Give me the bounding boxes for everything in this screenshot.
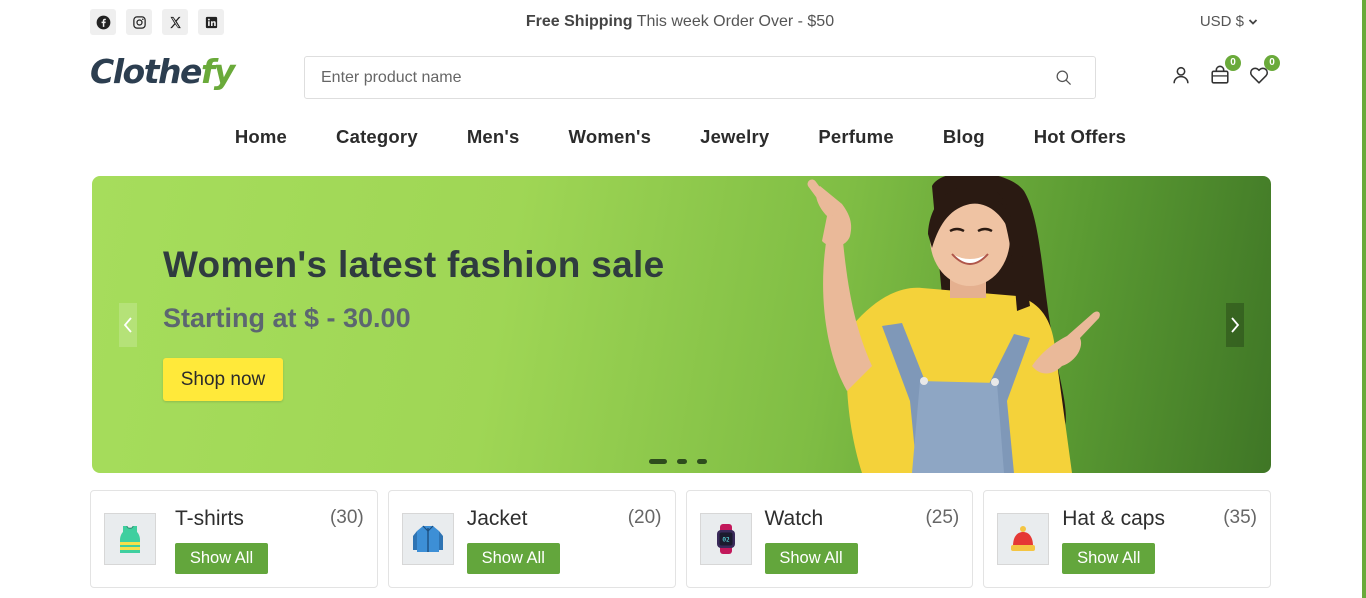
svg-text:02: 02 [722, 537, 730, 544]
wishlist-count-badge: 0 [1264, 55, 1280, 71]
shop-now-button[interactable]: Shop now [163, 358, 283, 401]
hat-icon [1011, 526, 1036, 551]
cart-count-badge: 0 [1225, 55, 1241, 71]
currency-selector[interactable]: USD $ [1200, 13, 1258, 30]
promo-text: This week Order Over - $50 [632, 13, 835, 30]
show-all-button[interactable]: Show All [466, 543, 560, 574]
search-icon[interactable] [1054, 68, 1073, 87]
top-bar: Free Shipping This week Order Over - $50… [90, 9, 1270, 37]
category-name: Hat & caps [1062, 507, 1165, 530]
slider-dot[interactable] [697, 459, 707, 464]
page-scrollbar[interactable] [1362, 0, 1366, 598]
category-card: T-shirts (30) Show All [90, 490, 378, 588]
nav-item-category[interactable]: Category [336, 126, 418, 148]
category-name: Jacket [466, 507, 528, 530]
header-actions: 0 0 [1170, 55, 1280, 86]
show-all-button[interactable]: Show All [764, 543, 858, 574]
hero-title: Women's latest fashion sale [163, 244, 665, 285]
category-card: Hat & caps (35) Show All [983, 490, 1271, 588]
watch-icon: 02 [716, 524, 735, 554]
category-card: 02 Watch (25) Show All [685, 490, 974, 588]
category-list: T-shirts (30) Show All Jacket (20) Show … [90, 490, 1271, 588]
category-thumbnail [997, 513, 1050, 565]
site-logo[interactable]: Clothefy [90, 52, 235, 91]
slider-prev-button[interactable] [119, 303, 137, 347]
category-card: Jacket (20) Show All [387, 490, 676, 588]
hero-subtitle: Starting at $ - 30.00 [163, 303, 411, 333]
nav-item-home[interactable]: Home [235, 126, 287, 148]
shipping-promo: Free Shipping This week Order Over - $50 [90, 13, 1270, 31]
cart-button[interactable]: 0 [1209, 55, 1241, 86]
slider-dots [649, 459, 707, 464]
slider-dot[interactable] [677, 459, 687, 464]
category-thumbnail [104, 513, 156, 565]
main-nav: Home Category Men's Women's Jewelry Perf… [0, 126, 1366, 148]
chevron-down-icon [1248, 18, 1258, 25]
category-name: Watch [764, 507, 824, 530]
nav-item-jewelry[interactable]: Jewelry [700, 126, 769, 148]
model-image [807, 176, 1100, 473]
logo-text: Clothe [90, 52, 202, 91]
slider-dot[interactable] [649, 459, 667, 464]
slider-next-button[interactable] [1226, 303, 1244, 347]
category-count: (30) [329, 507, 364, 528]
currency-label: USD $ [1199, 13, 1244, 30]
wishlist-button[interactable]: 0 [1248, 55, 1280, 86]
account-button[interactable] [1170, 64, 1192, 86]
chevron-left-icon [123, 317, 132, 333]
nav-item-perfume[interactable]: Perfume [818, 126, 893, 148]
category-count: (20) [627, 507, 662, 528]
logo-accent-text: fy [200, 52, 235, 91]
jacket-icon [412, 525, 443, 552]
category-thumbnail: 02 [699, 513, 752, 565]
nav-item-mens[interactable]: Men's [467, 126, 520, 148]
category-name: T-shirts [175, 507, 244, 530]
category-thumbnail [401, 513, 454, 565]
nav-item-hot-offers[interactable]: Hot Offers [1034, 126, 1126, 148]
user-icon [1173, 66, 1189, 84]
category-count: (35) [1223, 507, 1257, 528]
hero-banner: Women's latest fashion sale Starting at … [92, 176, 1271, 473]
nav-item-womens[interactable]: Women's [569, 126, 652, 148]
promo-highlight: Free Shipping [525, 13, 633, 30]
show-all-button[interactable]: Show All [1062, 543, 1156, 574]
nav-item-blog[interactable]: Blog [943, 126, 985, 148]
chevron-right-icon [1231, 317, 1240, 333]
show-all-button[interactable]: Show All [175, 543, 268, 574]
category-count: (25) [925, 507, 960, 528]
search-bar [304, 56, 1096, 99]
search-input[interactable] [305, 57, 1005, 98]
tshirt-icon [120, 525, 140, 553]
